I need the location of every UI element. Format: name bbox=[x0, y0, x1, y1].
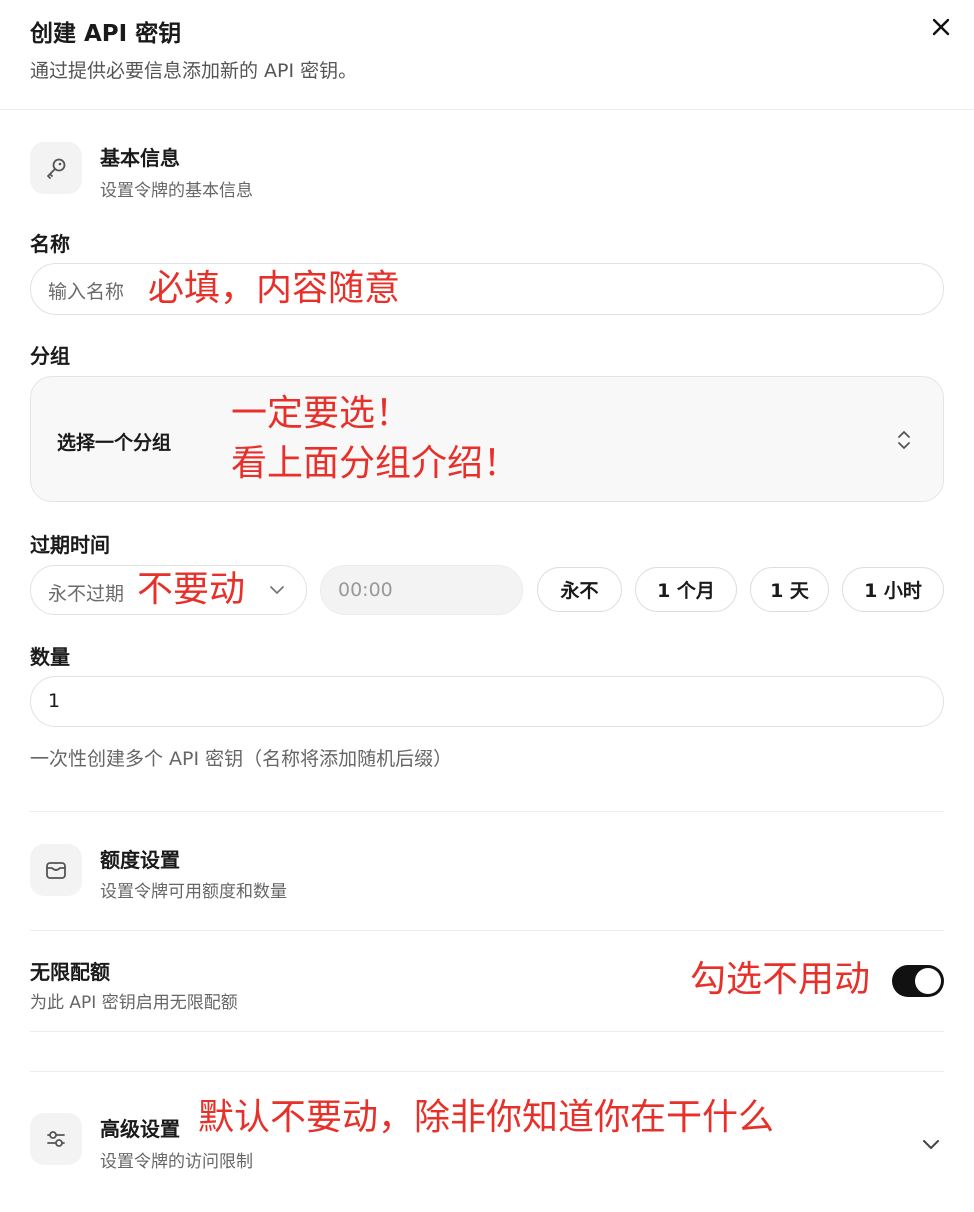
expand-chevron-icon[interactable] bbox=[920, 1136, 942, 1152]
expiry-time-input[interactable]: 00:00 bbox=[320, 565, 523, 615]
quota-section-title: 额度设置 bbox=[100, 848, 180, 872]
name-label: 名称 bbox=[30, 232, 70, 256]
key-icon bbox=[30, 142, 82, 194]
dialog-subtitle: 通过提供必要信息添加新的 API 密钥。 bbox=[30, 60, 358, 82]
quota-section-subtitle: 设置令牌可用额度和数量 bbox=[100, 882, 287, 902]
unlimited-title: 无限配额 bbox=[30, 960, 110, 984]
quantity-hint: 一次性创建多个 API 密钥（名称将添加随机后缀） bbox=[30, 748, 453, 770]
expiry-preset-never[interactable]: 永不 bbox=[537, 567, 622, 612]
advanced-section-subtitle: 设置令牌的访问限制 bbox=[100, 1152, 253, 1172]
expiry-label: 过期时间 bbox=[30, 533, 110, 557]
group-label: 分组 bbox=[30, 344, 70, 368]
close-icon[interactable] bbox=[928, 14, 954, 40]
unlimited-toggle[interactable] bbox=[892, 965, 944, 997]
quantity-label: 数量 bbox=[30, 645, 70, 669]
section-divider bbox=[30, 930, 944, 931]
unlimited-subtitle: 为此 API 密钥启用无限配额 bbox=[30, 993, 238, 1013]
annotation-expiry: 不要动 bbox=[137, 569, 246, 610]
dialog-header: 创建 API 密钥 通过提供必要信息添加新的 API 密钥。 bbox=[0, 0, 974, 110]
expiry-preset-1-month[interactable]: 1 个月 bbox=[635, 567, 737, 612]
wallet-icon bbox=[30, 844, 82, 896]
section-divider bbox=[30, 1071, 944, 1072]
toggle-knob bbox=[915, 968, 941, 994]
chevron-down-icon bbox=[270, 586, 284, 594]
expiry-preset-1-hour[interactable]: 1 小时 bbox=[842, 567, 944, 612]
chevron-up-down-icon bbox=[898, 431, 910, 449]
group-select-value: 选择一个分组 bbox=[57, 432, 172, 454]
basic-section-title: 基本信息 bbox=[100, 146, 180, 170]
basic-section-subtitle: 设置令牌的基本信息 bbox=[100, 181, 253, 201]
annotation-advanced: 默认不要动，除非你知道你在干什么 bbox=[198, 1097, 775, 1138]
expiry-preset-1-day[interactable]: 1 天 bbox=[750, 567, 829, 612]
expiry-time-placeholder: 00:00 bbox=[338, 579, 393, 601]
name-placeholder: 输入名称 bbox=[48, 281, 125, 303]
quantity-value: 1 bbox=[48, 690, 61, 712]
annotation-unlimited: 勾选不用动 bbox=[690, 959, 871, 1000]
section-divider bbox=[30, 1031, 944, 1032]
annotation-name: 必填，内容随意 bbox=[148, 268, 401, 309]
annotation-group-line2: 看上面分组介绍！ bbox=[231, 443, 520, 484]
section-divider bbox=[30, 811, 944, 812]
advanced-section-title[interactable]: 高级设置 bbox=[100, 1113, 180, 1142]
sliders-icon bbox=[30, 1113, 82, 1165]
dialog-title: 创建 API 密钥 bbox=[30, 21, 182, 47]
annotation-group-line1: 一定要选！ bbox=[231, 393, 412, 434]
expiry-select-value: 永不过期 bbox=[48, 583, 125, 605]
quantity-input[interactable]: 1 bbox=[30, 676, 944, 727]
